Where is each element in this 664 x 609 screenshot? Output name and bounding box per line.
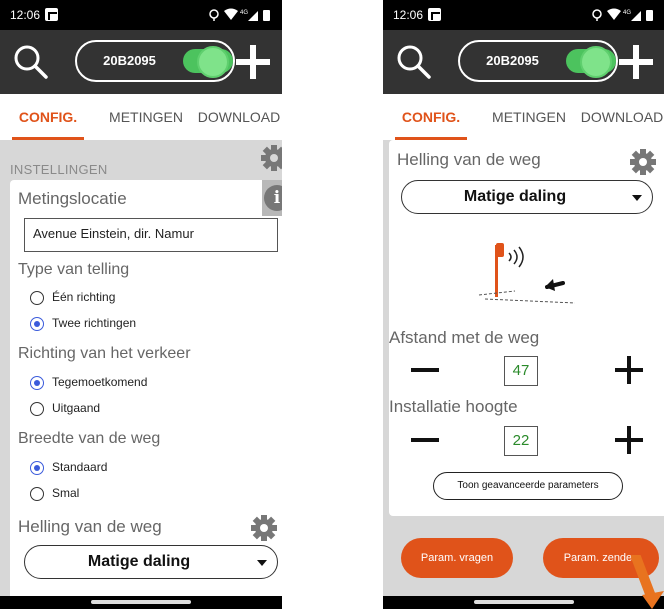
home-indicator[interactable] xyxy=(474,600,574,604)
settings-card: Metingslocatie i Avenue Einstein, dir. N… xyxy=(10,180,282,596)
height-decrement[interactable] xyxy=(411,438,439,442)
traffic-direction-title: Richting van het verkeer xyxy=(18,345,191,362)
radio-button[interactable] xyxy=(30,402,44,416)
count-type-title: Type van telling xyxy=(18,261,130,278)
radio-button-checked[interactable] xyxy=(30,317,44,331)
road-slope-dropdown[interactable]: Matige daling xyxy=(401,180,653,214)
add-button[interactable] xyxy=(234,43,272,81)
config-content: INSTELLINGEN Metingslocatie i Avenue Ein… xyxy=(0,140,282,596)
tab-bar: CONFIG. METINGEN DOWNLOAD xyxy=(383,94,664,140)
linkedin-notification-icon xyxy=(45,8,58,21)
radio-oncoming[interactable]: Tegemoetkomend xyxy=(30,374,230,392)
system-nav-bar xyxy=(0,596,282,609)
tab-download[interactable]: DOWNLOAD xyxy=(579,94,664,140)
radio-label: Één richting xyxy=(52,290,116,304)
radio-label: Smal xyxy=(52,486,80,500)
device-id: 20B2095 xyxy=(486,53,539,68)
home-indicator[interactable] xyxy=(91,600,191,604)
radio-label: Uitgaand xyxy=(52,401,101,415)
gear-icon[interactable] xyxy=(250,514,278,542)
height-value[interactable]: 22 xyxy=(504,426,538,456)
config-content: Helling van de weg Matige daling Afstand… xyxy=(383,140,664,596)
device-selector[interactable]: 20B2095 xyxy=(75,40,235,82)
gear-icon[interactable] xyxy=(260,144,282,172)
radio-button[interactable] xyxy=(30,291,44,305)
status-icons: 4G xyxy=(591,8,655,22)
dropdown-value: Matige daling xyxy=(463,188,567,205)
height-increment[interactable] xyxy=(615,426,643,454)
app-header: 20B2095 xyxy=(383,30,664,94)
radio-narrow[interactable]: Smal xyxy=(30,485,230,503)
svg-text:4G: 4G xyxy=(240,10,248,16)
toggle-knob[interactable] xyxy=(580,46,612,78)
distance-decrement[interactable] xyxy=(411,368,439,372)
app-header: 20B2095 xyxy=(0,30,282,94)
location-title: Metingslocatie xyxy=(18,189,127,208)
dropdown-value: Matige daling xyxy=(87,553,191,570)
distance-value[interactable]: 47 xyxy=(504,356,538,386)
radar-sensor-icon xyxy=(478,243,576,304)
tab-download[interactable]: DOWNLOAD xyxy=(196,94,282,140)
phone-screen-right: 12:06 4G 20B2095 CONFIG. METINGEN DOWNLO… xyxy=(383,0,664,609)
svg-text:4G: 4G xyxy=(623,10,631,16)
tab-metingen[interactable]: METINGEN xyxy=(487,94,571,140)
height-title: Installatie hoogte xyxy=(389,397,518,416)
radio-one-direction[interactable]: Één richting xyxy=(30,289,230,307)
radio-two-directions[interactable]: Twee richtingen xyxy=(30,315,230,333)
location-input[interactable]: Avenue Einstein, dir. Namur xyxy=(24,218,278,252)
status-time: 12:06 xyxy=(393,8,424,22)
pointer-arrow-icon xyxy=(631,555,664,609)
tab-metingen[interactable]: METINGEN xyxy=(104,94,188,140)
radio-button[interactable] xyxy=(30,487,44,501)
device-id: 20B2095 xyxy=(103,53,156,68)
status-icons: 4G xyxy=(208,8,272,22)
settings-label: INSTELLINGEN xyxy=(10,162,108,177)
phone-screen-left: 12:06 4G 20B2095 CONFIG. METINGEN DOWNLO… xyxy=(0,0,282,609)
road-slope-title: Helling van de weg xyxy=(397,150,541,169)
tab-config[interactable]: CONFIG. xyxy=(12,94,84,140)
distance-increment[interactable] xyxy=(615,356,643,384)
radio-label: Standaard xyxy=(52,460,108,474)
show-advanced-button[interactable]: Toon geavanceerde parameters xyxy=(433,472,623,500)
radio-standard[interactable]: Standaard xyxy=(30,459,230,477)
search-icon[interactable] xyxy=(395,43,433,81)
chevron-down-icon xyxy=(632,195,642,201)
device-selector[interactable]: 20B2095 xyxy=(458,40,618,82)
radio-button-checked[interactable] xyxy=(30,461,44,475)
gear-icon[interactable] xyxy=(629,148,657,176)
status-bar: 12:06 4G xyxy=(0,0,282,30)
radio-label: Twee richtingen xyxy=(52,316,137,330)
linkedin-notification-icon xyxy=(428,8,441,21)
distance-title: Afstand met de weg xyxy=(389,328,540,347)
status-bar: 12:06 4G xyxy=(383,0,664,30)
request-params-button[interactable]: Param. vragen xyxy=(401,538,513,578)
radio-button-checked[interactable] xyxy=(30,376,44,390)
road-slope-title: Helling van de weg xyxy=(18,517,162,536)
radio-outgoing[interactable]: Uitgaand xyxy=(30,400,230,418)
settings-card: Helling van de weg Matige daling Afstand… xyxy=(389,140,664,516)
system-nav-bar xyxy=(383,596,664,609)
chevron-down-icon xyxy=(257,560,267,566)
toggle-knob[interactable] xyxy=(197,46,229,78)
status-time: 12:06 xyxy=(10,8,41,22)
tab-config[interactable]: CONFIG. xyxy=(395,94,467,140)
road-width-title: Breedte van de weg xyxy=(18,430,161,447)
tab-bar: CONFIG. METINGEN DOWNLOAD xyxy=(0,94,282,140)
search-icon[interactable] xyxy=(12,43,50,81)
radio-label: Tegemoetkomend xyxy=(52,375,148,389)
add-button[interactable] xyxy=(617,43,655,81)
road-slope-dropdown[interactable]: Matige daling xyxy=(24,545,278,579)
